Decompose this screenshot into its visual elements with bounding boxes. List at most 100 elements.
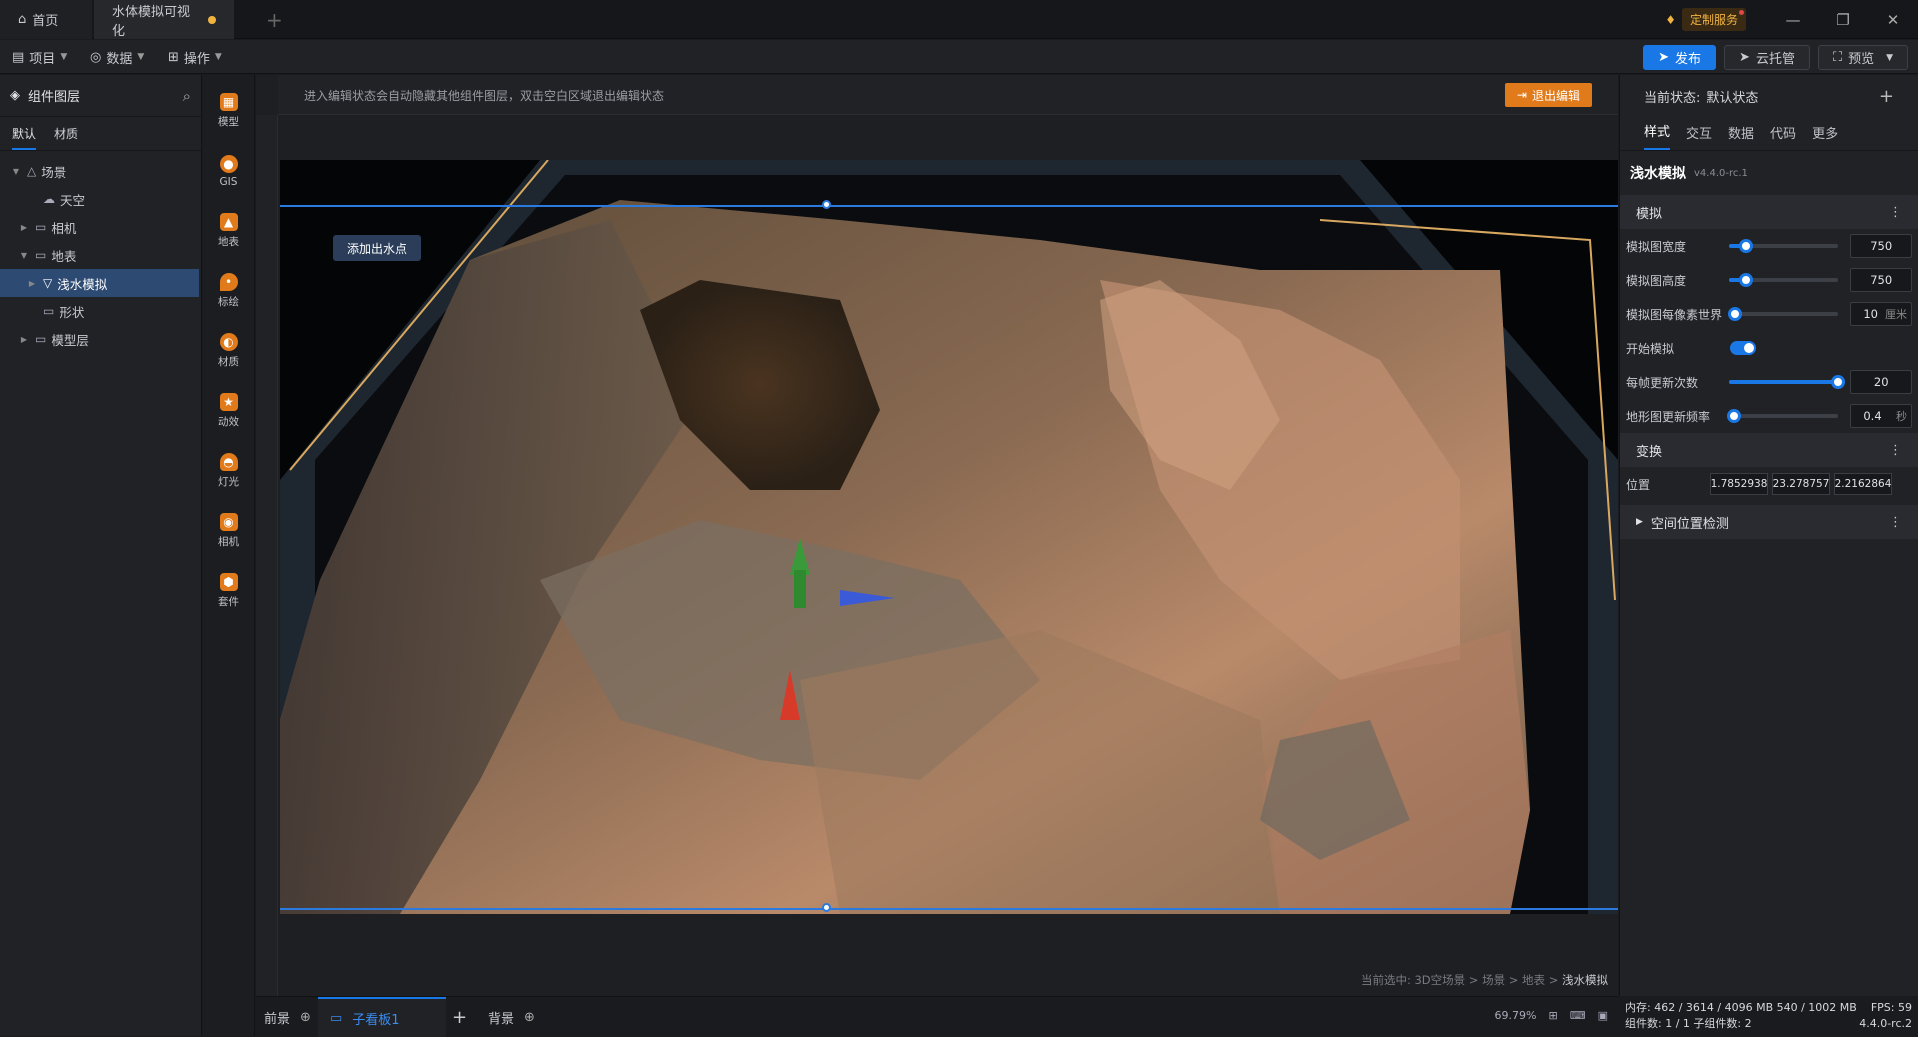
cloud-host-button[interactable]: ➤ 云托管 — [1724, 45, 1810, 70]
tab-code[interactable]: 代码 — [1770, 123, 1796, 150]
section-transform[interactable]: 变换 ⋮ — [1620, 433, 1918, 467]
selection-top-edge — [280, 205, 1618, 207]
add-board-button[interactable]: + — [452, 997, 467, 1037]
iconbar-camera[interactable]: ◉ 相机 — [203, 501, 254, 561]
pixel-world-slider[interactable] — [1727, 307, 1839, 321]
tree-node-shape[interactable]: ▭ 形状 — [0, 297, 201, 325]
resize-handle-bottom[interactable] — [822, 903, 831, 912]
tab-style[interactable]: 样式 — [1644, 121, 1671, 150]
3d-viewport[interactable]: 添加出水点 — [280, 160, 1618, 914]
terrain-refresh-input[interactable]: 0.4 秒 — [1850, 404, 1912, 428]
position-z-input[interactable]: 2.2162864 — [1834, 473, 1892, 495]
add-circle-icon[interactable]: ⊕ — [524, 1010, 535, 1025]
position-y-input[interactable]: 23.278757 — [1772, 473, 1830, 495]
publish-button[interactable]: ➤ 发布 — [1643, 45, 1717, 70]
cloud-host-label: 云托管 — [1755, 52, 1795, 67]
pixel-world-input[interactable]: 10 厘米 — [1850, 302, 1912, 326]
sim-height-input[interactable]: 750 — [1850, 268, 1912, 292]
add-state-icon[interactable]: + — [1879, 86, 1894, 107]
slider-knob[interactable] — [1738, 239, 1753, 253]
exit-icon: ⇥ — [1516, 88, 1527, 102]
tree-node-camera[interactable]: ▶ ▭ 相机 — [0, 213, 201, 241]
add-water-source-button[interactable]: 添加出水点 — [333, 235, 422, 261]
start-sim-toggle[interactable] — [1730, 341, 1756, 355]
resize-handle-top[interactable] — [822, 200, 831, 209]
iconbar-effect[interactable]: ★ 动效 — [203, 381, 254, 441]
tab-sub-board[interactable]: ▭ 子看板1 — [318, 997, 446, 1037]
tree-node-sky[interactable]: ☁ 天空 — [0, 185, 201, 213]
menu-project[interactable]: ▤ 项目 ▼ — [12, 40, 67, 74]
selection-breadcrumb: 当前选中: 3D空场景 > 场景 > 地表 > 浅水模拟 — [1361, 972, 1608, 988]
expand-arrow-icon[interactable]: ▶ — [26, 279, 38, 288]
input-unit: 秒 — [1896, 410, 1907, 423]
tab-more[interactable]: 更多 — [1812, 123, 1838, 150]
section-simulation[interactable]: 模拟 ⋮ — [1620, 195, 1918, 229]
section-space-detect[interactable]: ▶ 空间位置检测 ⋮ — [1620, 505, 1918, 539]
star-icon: ★ — [219, 393, 238, 411]
tab-foreground[interactable]: 前景 ⊕ — [264, 997, 311, 1037]
more-vertical-icon[interactable]: ⋮ — [1889, 205, 1902, 220]
slider-knob[interactable] — [1738, 273, 1753, 287]
iconbar-kit[interactable]: ⬢ 套件 — [203, 561, 254, 621]
chevron-down-icon: ▼ — [214, 52, 222, 62]
iconbar-terrain[interactable]: ▲ 地表 — [203, 201, 254, 261]
tab-home[interactable]: ⌂ 首页 — [0, 0, 92, 39]
row-start-sim: 开始模拟 — [1620, 331, 1918, 365]
restore-button[interactable]: ❐ — [1818, 11, 1868, 29]
send-icon: ➤ — [1739, 50, 1750, 65]
preview-button[interactable]: ⛶ 预览 ▼ — [1817, 45, 1908, 70]
expand-arrow-icon[interactable]: ▶ — [18, 335, 30, 344]
slider-knob[interactable] — [1831, 375, 1846, 389]
slider-knob[interactable] — [1726, 409, 1741, 423]
iconbar-light[interactable]: ◓ 灯光 — [203, 441, 254, 501]
sim-height-slider[interactable] — [1729, 273, 1839, 287]
new-tab-button[interactable]: + — [248, 0, 301, 39]
terrain-refresh-slider[interactable] — [1726, 409, 1839, 423]
more-vertical-icon[interactable]: ⋮ — [1889, 443, 1902, 458]
sim-width-slider[interactable] — [1729, 239, 1839, 253]
updates-input[interactable]: 20 — [1850, 370, 1912, 394]
expand-arrow-icon[interactable]: ▼ — [10, 167, 22, 176]
sim-width-input[interactable]: 750 — [1850, 234, 1912, 258]
terminal-icon[interactable]: ▣ — [1598, 1009, 1608, 1022]
updates-slider[interactable] — [1729, 375, 1846, 389]
tab-material[interactable]: 材质 — [54, 125, 78, 142]
keyboard-icon[interactable]: ⌨ — [1570, 1009, 1586, 1022]
tab-background[interactable]: 背景 ⊕ — [488, 997, 535, 1037]
more-vertical-icon[interactable]: ⋮ — [1889, 515, 1902, 530]
custom-service-button[interactable]: ♦ 定制服务 — [1665, 8, 1746, 31]
iconbar-material[interactable]: ◐ 材质 — [203, 321, 254, 381]
tab-document[interactable]: 水体模拟可视化 — [94, 0, 234, 39]
iconbar-marker[interactable]: • 标绘 — [203, 261, 254, 321]
layers-icon: ◈ — [10, 88, 20, 103]
expand-arrow-icon[interactable]: ▼ — [18, 251, 30, 260]
title-bar: ⌂ 首页 水体模拟可视化 + ♦ 定制服务 — ❐ ✕ — [0, 0, 1918, 39]
tab-data[interactable]: 数据 — [1728, 123, 1754, 150]
exit-edit-button[interactable]: ⇥ 退出编辑 — [1504, 83, 1592, 107]
tree-node-shallow-water[interactable]: ▶ ▽ 浅水模拟 — [0, 269, 199, 297]
tree-node-model-layer[interactable]: ▶ ▭ 模型层 — [0, 325, 201, 353]
add-circle-icon[interactable]: ⊕ — [300, 1010, 311, 1025]
menu-ops[interactable]: ⊞ 操作 ▼ — [168, 40, 222, 74]
tree-node-scene[interactable]: ▼ △ 场景 — [0, 157, 201, 185]
iconbar-label: 标绘 — [218, 296, 239, 308]
iconbar-gis[interactable]: ● GIS — [203, 141, 254, 201]
editor-canvas[interactable]: 进入编辑状态会自动隐藏其他组件图层，双击空白区域退出编辑状态 ⇥ 退出编辑 添加… — [256, 75, 1618, 996]
tree-node-terrain[interactable]: ▼ ▭ 地表 — [0, 241, 201, 269]
fit-screen-icon[interactable]: ⊞ — [1548, 1009, 1557, 1022]
search-icon[interactable]: ⌕ — [183, 87, 191, 105]
tab-interaction[interactable]: 交互 — [1686, 123, 1712, 150]
minimize-button[interactable]: — — [1768, 11, 1818, 29]
slider-knob[interactable] — [1727, 307, 1742, 321]
menu-data[interactable]: ◎ 数据 ▼ — [90, 40, 144, 74]
input-value: 23.278757 — [1772, 478, 1830, 490]
expand-arrow-icon[interactable]: ▶ — [18, 223, 30, 232]
input-value: 0.4 — [1863, 409, 1882, 423]
iconbar-model[interactable]: ▦ 模型 — [203, 81, 254, 141]
section-title: 空间位置检测 — [1650, 516, 1729, 532]
position-x-input[interactable]: 1.7852938 — [1710, 473, 1768, 495]
tab-home-label: 首页 — [32, 14, 59, 29]
close-button[interactable]: ✕ — [1868, 11, 1918, 29]
input-value: 750 — [1870, 239, 1893, 253]
tab-default[interactable]: 默认 — [12, 125, 37, 150]
